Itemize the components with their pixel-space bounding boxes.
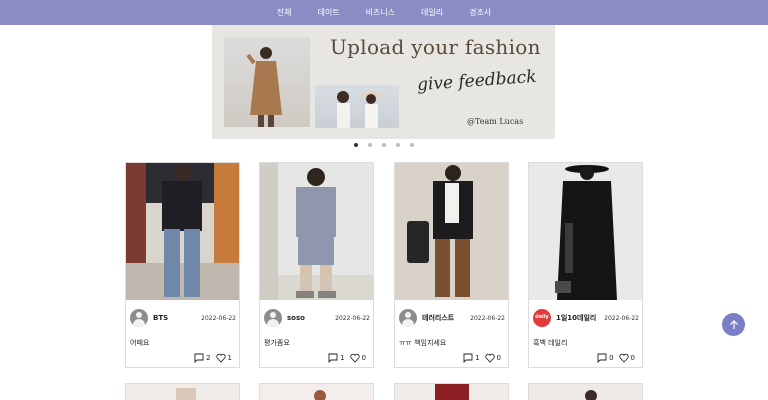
post-image[interactable] <box>126 163 239 300</box>
post-author[interactable]: 테러리스트 <box>422 313 470 323</box>
banner-team: @Team Lucas <box>467 117 524 126</box>
post-date: 2022-06-22 <box>201 314 236 322</box>
post-author[interactable]: 1일10데일리 <box>556 313 604 323</box>
post-card[interactable] <box>528 383 643 400</box>
avatar[interactable] <box>399 309 417 327</box>
post-stats: 1 0 <box>463 353 504 363</box>
banner-title: Upload your fashion <box>330 35 541 59</box>
carousel-dot-4[interactable] <box>396 143 400 147</box>
post-card[interactable]: soso 2022-06-22 평가좀요 1 0 <box>259 162 374 368</box>
heart-icon[interactable] <box>484 353 495 363</box>
comment-count: 1 <box>475 354 480 362</box>
like-count: 1 <box>227 354 232 362</box>
post-stats: 0 0 <box>597 353 638 363</box>
nav-business[interactable]: 비즈니스 <box>353 7 408 18</box>
post-caption: 흑백 데일리 <box>533 339 568 347</box>
post-meta: daily 1일10데일리 2022-06-22 <box>533 308 639 328</box>
post-author[interactable]: soso <box>287 314 335 322</box>
nav-date[interactable]: 데이트 <box>305 7 353 18</box>
top-navigation: 전체 데이트 비즈니스 데일리 경조사 <box>0 0 768 25</box>
post-caption: 어때요 <box>130 339 150 347</box>
carousel-dots <box>0 143 768 147</box>
post-caption: 평가좀요 <box>264 339 290 347</box>
comment-count: 0 <box>609 354 614 362</box>
post-image[interactable] <box>260 163 373 300</box>
comment-icon[interactable] <box>463 353 473 363</box>
like-count: 0 <box>630 354 635 362</box>
like-count: 0 <box>496 354 501 362</box>
post-card[interactable] <box>125 383 240 400</box>
nav-all[interactable]: 전체 <box>264 7 305 18</box>
comment-icon[interactable] <box>597 353 607 363</box>
carousel-dot-2[interactable] <box>368 143 372 147</box>
comment-icon[interactable] <box>328 353 338 363</box>
post-date: 2022-06-22 <box>604 314 639 322</box>
banner-subtitle: give feedback <box>416 66 538 96</box>
post-image[interactable] <box>529 163 642 300</box>
post-meta: soso 2022-06-22 <box>264 308 370 328</box>
post-meta: 테러리스트 2022-06-22 <box>399 308 505 328</box>
post-card[interactable]: BTS 2022-06-22 어때요 2 1 <box>125 162 240 368</box>
comment-icon[interactable] <box>194 353 204 363</box>
post-card[interactable]: daily 1일10데일리 2022-06-22 흑백 데일리 0 0 <box>528 162 643 368</box>
avatar[interactable] <box>130 309 148 327</box>
post-date: 2022-06-22 <box>470 314 505 322</box>
post-meta: BTS 2022-06-22 <box>130 308 236 328</box>
nav-daily[interactable]: 데일리 <box>408 7 456 18</box>
comment-count: 1 <box>340 354 345 362</box>
post-card[interactable]: 테러리스트 2022-06-22 ㅠㅠ 책임지세요 1 0 <box>394 162 509 368</box>
arrow-up-icon <box>729 319 738 329</box>
carousel-dot-5[interactable] <box>410 143 414 147</box>
heart-icon[interactable] <box>349 353 360 363</box>
banner-photo-woman <box>224 37 310 127</box>
avatar[interactable] <box>264 309 282 327</box>
avatar[interactable]: daily <box>533 309 551 327</box>
post-caption: ㅠㅠ 책임지세요 <box>399 339 447 347</box>
heart-icon[interactable] <box>215 353 226 363</box>
post-author[interactable]: BTS <box>153 314 201 322</box>
comment-count: 2 <box>206 354 211 362</box>
post-card[interactable] <box>259 383 374 400</box>
hero-banner[interactable]: Upload your fashion give feedback @Team … <box>212 25 555 139</box>
post-image[interactable] <box>395 163 508 300</box>
heart-icon[interactable] <box>618 353 629 363</box>
post-card[interactable] <box>394 383 509 400</box>
post-stats: 1 0 <box>328 353 369 363</box>
scroll-top-button[interactable] <box>722 313 745 336</box>
nav-ceremony[interactable]: 경조사 <box>456 7 504 18</box>
carousel-dot-3[interactable] <box>382 143 386 147</box>
carousel-dot-1[interactable] <box>354 143 358 147</box>
post-date: 2022-06-22 <box>335 314 370 322</box>
banner-photo-couple <box>315 85 399 128</box>
like-count: 0 <box>361 354 366 362</box>
post-stats: 2 1 <box>194 353 235 363</box>
